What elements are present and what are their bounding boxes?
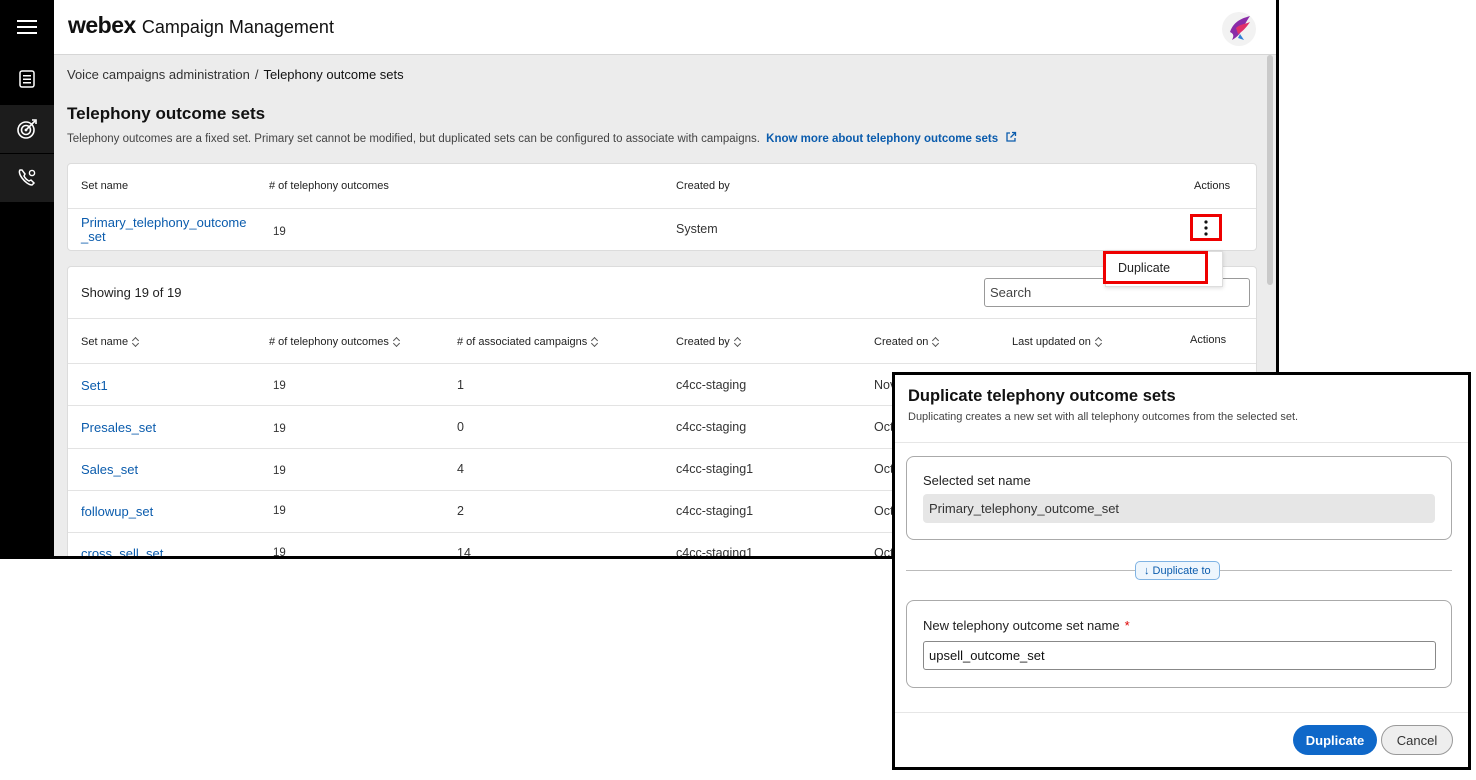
row-divider <box>68 208 1256 209</box>
bird-logo-icon <box>1230 16 1250 40</box>
cancel-button[interactable]: Cancel <box>1381 725 1453 755</box>
primary-outcomes-count: 19 <box>273 226 286 238</box>
duplicate-button[interactable]: Duplicate <box>1293 725 1377 755</box>
row-actions-menu: Duplicate <box>1103 251 1223 287</box>
created-by: c4cc-staging1 <box>676 462 754 476</box>
breadcrumb-separator: / <box>254 67 259 82</box>
column-header-set-name[interactable]: Set name <box>81 336 140 348</box>
sort-icon <box>932 337 940 347</box>
page-description-text: Telephony outcomes are a fixed set. Prim… <box>67 133 760 145</box>
created-by: c4cc-staging <box>676 378 747 392</box>
breadcrumb-parent[interactable]: Voice campaigns administration <box>67 67 250 82</box>
created-by: c4cc-staging <box>676 420 747 434</box>
campaigns-count: 0 <box>457 420 464 434</box>
new-set-section: New telephony outcome set name * <box>906 600 1452 688</box>
modal-subtitle: Duplicating creates a new set with all t… <box>908 411 1299 423</box>
row-divider <box>68 318 1256 319</box>
showing-count: Showing 19 of 19 <box>81 285 182 300</box>
external-link-icon <box>1006 131 1017 142</box>
know-more-link[interactable]: Know more about telephony outcome sets <box>766 131 1017 145</box>
target-icon[interactable] <box>0 105 54 153</box>
avatar[interactable] <box>1222 12 1256 46</box>
row-actions-kebab-button[interactable] <box>1190 214 1222 241</box>
set-name-link[interactable]: cross_sell_set <box>81 546 163 556</box>
breadcrumb: Voice campaigns administration / Telepho… <box>67 67 404 82</box>
required-marker: * <box>1124 618 1130 633</box>
column-header-created-by: Created by <box>676 180 730 192</box>
new-set-name-input[interactable] <box>923 641 1436 670</box>
outcomes-count: 19 <box>273 423 286 435</box>
modal-title: Duplicate telephony outcome sets <box>908 387 1176 405</box>
created-on: Oct <box>874 462 894 476</box>
campaigns-count: 4 <box>457 462 464 476</box>
product-name: Campaign Management <box>141 17 334 37</box>
sort-icon <box>393 337 401 347</box>
page-title: Telephony outcome sets <box>67 104 266 123</box>
column-header-outcomes[interactable]: # of telephony outcomes <box>269 336 401 348</box>
selected-set-label: Selected set name <box>923 473 1031 488</box>
column-header-set-name: Set name <box>81 180 129 192</box>
sort-icon <box>132 337 140 347</box>
sort-icon <box>734 337 742 347</box>
column-header-created-on[interactable]: Created on <box>874 336 940 348</box>
list-icon[interactable] <box>0 55 54 103</box>
column-header-actions: Actions <box>1190 334 1227 346</box>
outcomes-count: 19 <box>273 465 286 477</box>
set-name-link[interactable]: Presales_set <box>81 420 156 435</box>
duplicate-modal: Duplicate telephony outcome sets Duplica… <box>892 372 1471 770</box>
created-on: Oct <box>874 546 894 559</box>
created-by: c4cc-staging1 <box>676 546 754 559</box>
page-scrollbar[interactable] <box>1267 55 1273 285</box>
created-on: Oct <box>874 504 894 518</box>
created-by: c4cc-staging1 <box>676 504 754 518</box>
column-header-actions: Actions <box>1194 180 1231 192</box>
sort-icon <box>591 337 599 347</box>
row-divider <box>68 363 1256 364</box>
modal-footer-divider <box>895 712 1468 713</box>
column-header-campaigns[interactable]: # of associated campaigns <box>457 336 599 348</box>
set-name-link[interactable]: followup_set <box>81 504 153 519</box>
created-on: Oct <box>874 420 894 434</box>
selected-set-section: Selected set name Primary_telephony_outc… <box>906 456 1452 540</box>
outcomes-count: 19 <box>273 547 286 559</box>
new-set-label: New telephony outcome set name * <box>923 618 1130 633</box>
column-header-created-by[interactable]: Created by <box>676 336 742 348</box>
set-name-link[interactable]: Set1 <box>81 378 108 393</box>
duplicate-menu-item[interactable]: Duplicate <box>1103 251 1208 284</box>
brand: webex Campaign Management <box>68 12 334 39</box>
campaigns-count: 1 <box>457 378 464 392</box>
more-vertical-icon <box>1204 219 1208 236</box>
campaigns-count: 14 <box>457 546 471 559</box>
outcomes-count: 19 <box>273 505 286 517</box>
left-nav-rail <box>0 0 54 556</box>
phone-settings-icon[interactable] <box>0 154 54 202</box>
column-header-outcomes: # of telephony outcomes <box>269 180 389 192</box>
know-more-link-label: Know more about telephony outcome sets <box>766 133 999 145</box>
sort-icon <box>1095 337 1103 347</box>
webex-logo: webex <box>68 12 136 38</box>
breadcrumb-current: Telephony outcome sets <box>263 67 404 82</box>
set-name-link[interactable]: Sales_set <box>81 462 138 477</box>
primary-created-by: System <box>676 222 718 236</box>
campaigns-count: 2 <box>457 504 464 518</box>
column-header-last-updated[interactable]: Last updated on <box>1012 336 1103 348</box>
top-bar: webex Campaign Management <box>54 0 1276 55</box>
modal-divider <box>895 442 1468 443</box>
primary-set-table: Set name # of telephony outcomes Created… <box>67 163 1257 251</box>
outcomes-count: 19 <box>273 380 286 392</box>
menu-icon[interactable] <box>0 3 54 51</box>
primary-set-name-link[interactable]: Primary_telephony_outcome _set <box>81 216 246 244</box>
selected-set-field: Primary_telephony_outcome_set <box>923 494 1435 523</box>
page-description: Telephony outcomes are a fixed set. Prim… <box>67 131 1017 145</box>
duplicate-to-badge: ↓ Duplicate to <box>1135 561 1220 580</box>
